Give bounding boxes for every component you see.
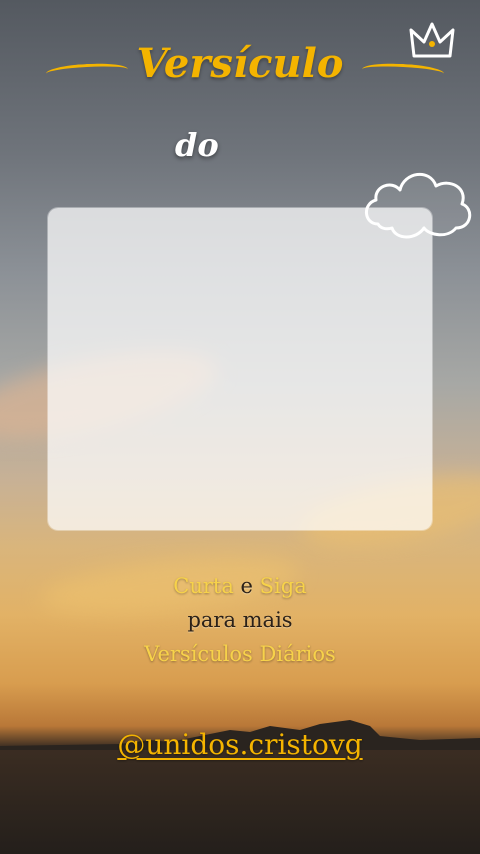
cta-follow: Siga bbox=[259, 574, 307, 598]
cta-line-1: Curta e Siga bbox=[0, 574, 480, 598]
verse-card bbox=[48, 208, 432, 530]
cta-like: Curta bbox=[173, 574, 234, 598]
cta-and: e bbox=[240, 574, 253, 598]
crown-icon bbox=[409, 22, 455, 58]
account-handle-link[interactable]: @unidos.cristovg bbox=[0, 728, 480, 761]
cta-line-2: para mais bbox=[187, 608, 293, 632]
story-screen: Versículo do Curta e Siga para mais Vers… bbox=[0, 0, 480, 854]
subtitle: do bbox=[175, 126, 219, 164]
cta-line-3: Versículos Diários bbox=[144, 642, 336, 666]
